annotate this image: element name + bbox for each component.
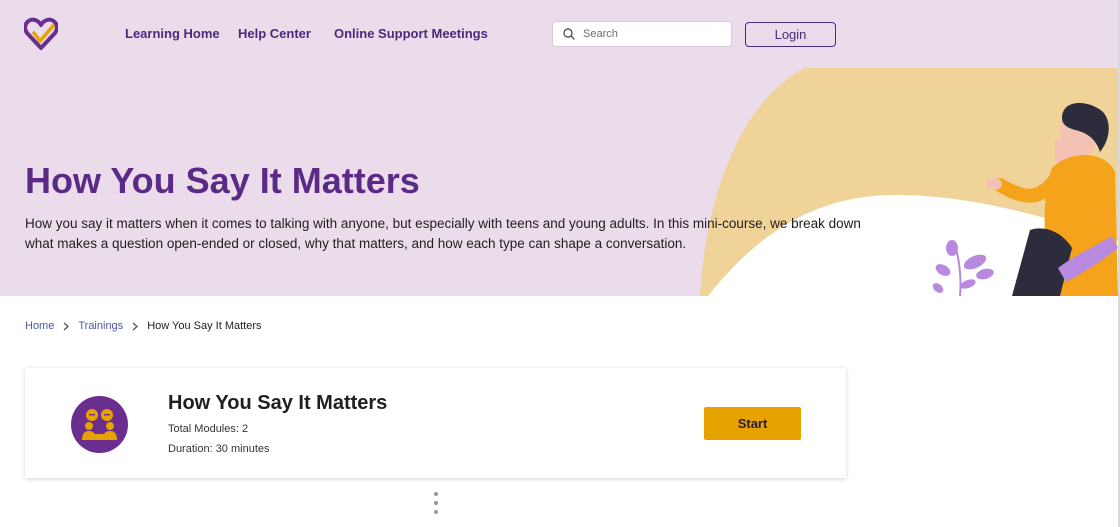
course-card: How You Say It Matters Total Modules: 2 … bbox=[25, 368, 846, 478]
hero-description: How you say it matters when it comes to … bbox=[25, 216, 861, 251]
login-button[interactable]: Login bbox=[745, 22, 836, 47]
nav-learning-home[interactable]: Learning Home bbox=[125, 26, 220, 41]
breadcrumb-current: How You Say It Matters bbox=[147, 320, 262, 332]
search-box[interactable] bbox=[552, 21, 732, 47]
page-title: How You Say It Matters bbox=[25, 160, 420, 201]
nav-online-support-meetings[interactable]: Online Support Meetings bbox=[334, 26, 488, 41]
top-nav: Learning Home Help Center Online Support… bbox=[0, 0, 1118, 68]
course-title: How You Say It Matters bbox=[168, 392, 388, 414]
breadcrumb-trainings[interactable]: Trainings bbox=[78, 320, 123, 332]
course-conversation-icon bbox=[71, 396, 128, 453]
search-icon bbox=[563, 28, 575, 40]
course-modules: Total Modules: 2 bbox=[168, 423, 249, 435]
start-button[interactable]: Start bbox=[704, 407, 801, 440]
course-duration: Duration: 30 minutes bbox=[168, 443, 270, 455]
more-dots-icon bbox=[434, 492, 438, 519]
brand-logo-icon[interactable] bbox=[24, 17, 58, 51]
search-input[interactable] bbox=[581, 27, 725, 41]
chevron-right-icon bbox=[63, 322, 70, 330]
chevron-right-icon bbox=[132, 322, 139, 330]
hero-banner: Learning Home Help Center Online Support… bbox=[0, 0, 1118, 296]
nav-help-center[interactable]: Help Center bbox=[238, 26, 311, 41]
breadcrumb-home[interactable]: Home bbox=[25, 320, 54, 332]
breadcrumb: Home Trainings How You Say It Matters bbox=[25, 320, 262, 332]
